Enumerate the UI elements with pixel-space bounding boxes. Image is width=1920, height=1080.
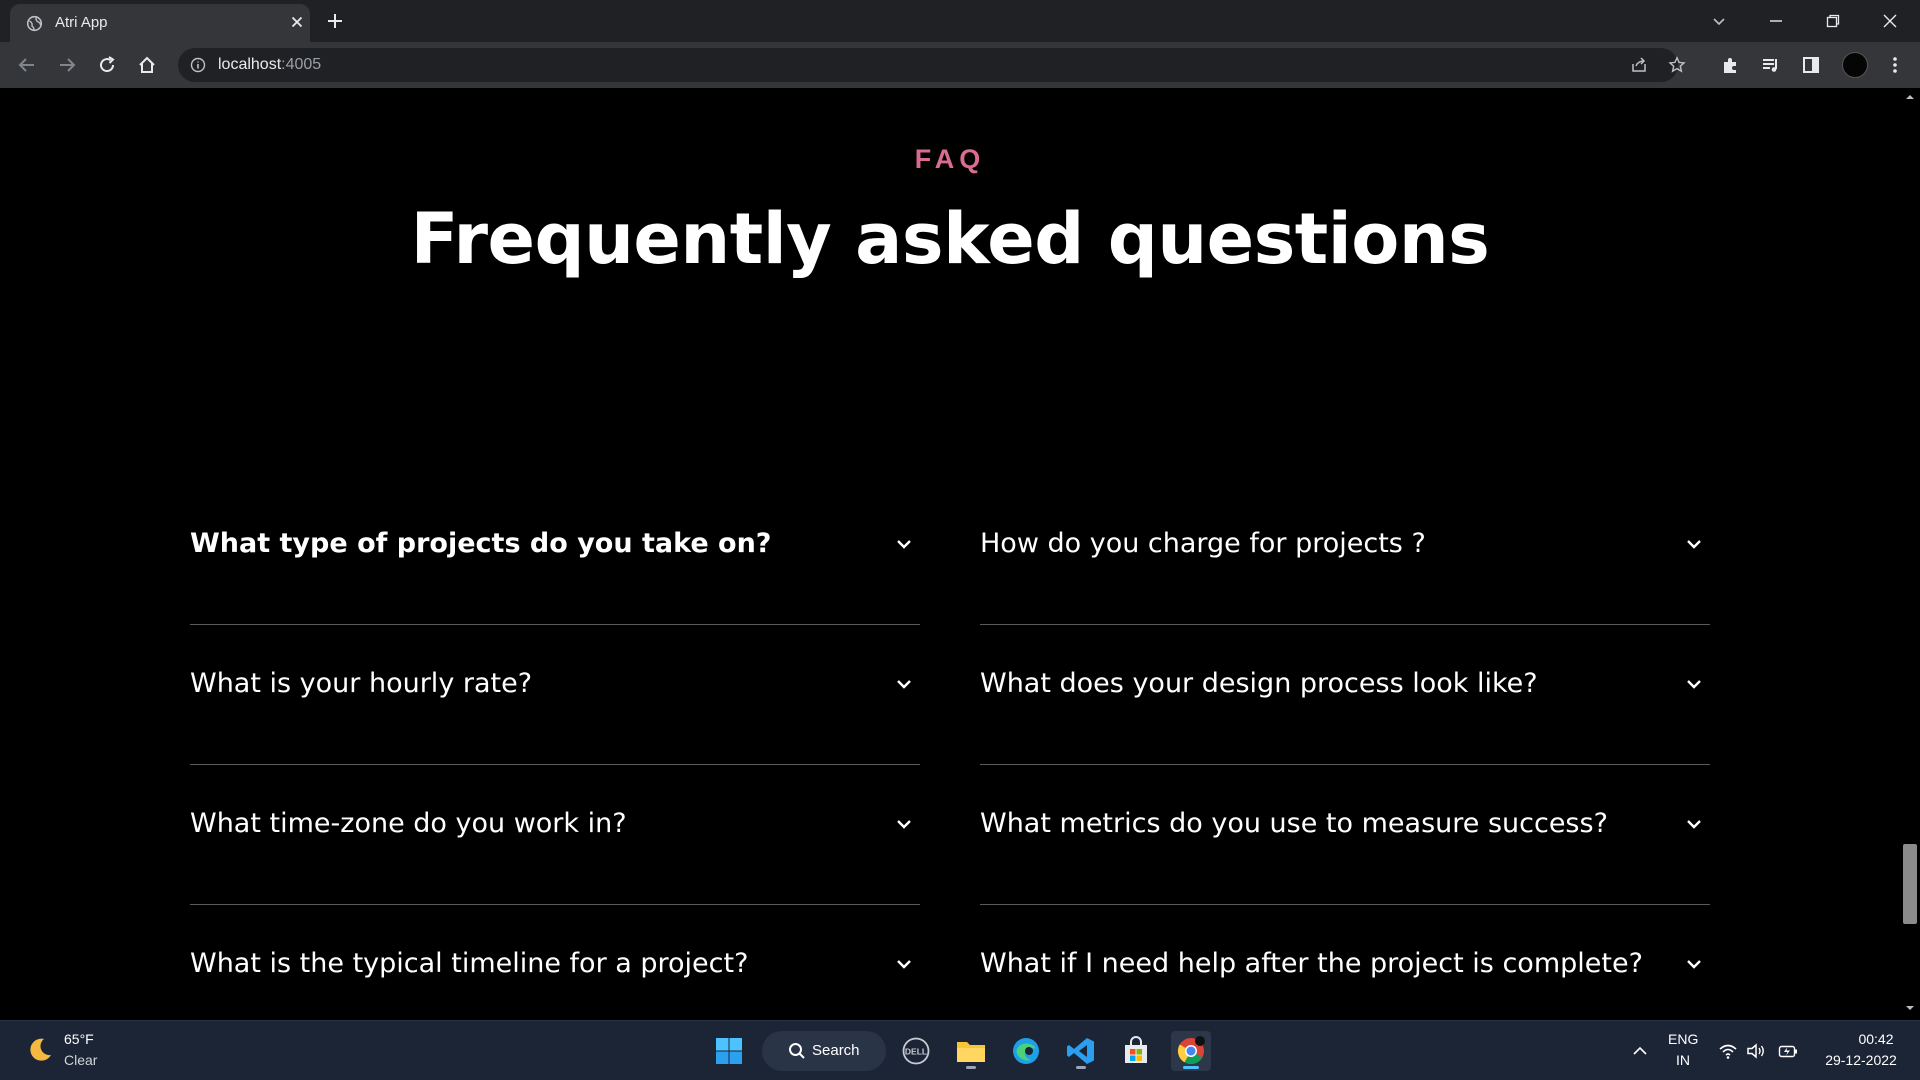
scrollbar-thumb[interactable] bbox=[1903, 844, 1917, 924]
browser-toolbar: localhost:4005 bbox=[0, 42, 1920, 88]
reload-icon[interactable] bbox=[96, 54, 118, 76]
dell-logo-text: DELL bbox=[905, 1047, 927, 1057]
profile-avatar[interactable] bbox=[1842, 52, 1868, 78]
faq-item[interactable]: What metrics do you use to measure succe… bbox=[980, 765, 1710, 905]
search-label: Search bbox=[812, 1042, 860, 1059]
faq-item[interactable]: How do you charge for projects ? bbox=[980, 485, 1710, 625]
restore-icon[interactable] bbox=[1820, 8, 1846, 34]
scroll-down-arrow-icon[interactable] bbox=[1905, 1003, 1915, 1013]
moon-weather-icon[interactable] bbox=[24, 1035, 54, 1065]
tab-title: Atri App bbox=[55, 14, 108, 31]
tab-search-chevron-icon[interactable] bbox=[1706, 8, 1732, 34]
page-content: FAQ Frequently asked questions What type… bbox=[0, 88, 1900, 1020]
windows-start-icon[interactable] bbox=[709, 1031, 749, 1071]
edge-browser-icon[interactable] bbox=[1006, 1031, 1046, 1071]
chevron-down-icon[interactable] bbox=[892, 532, 916, 556]
address-bar[interactable]: localhost:4005 bbox=[178, 48, 1686, 82]
battery-charging-icon[interactable] bbox=[1778, 1041, 1798, 1061]
info-icon[interactable] bbox=[190, 57, 206, 73]
close-window-icon[interactable] bbox=[1877, 8, 1903, 34]
chrome-browser-icon[interactable] bbox=[1171, 1031, 1211, 1071]
new-tab-plus-icon[interactable] bbox=[325, 11, 345, 31]
faq-question: What type of projects do you take on? bbox=[190, 528, 772, 559]
chevron-down-icon[interactable] bbox=[1682, 952, 1706, 976]
weather-temperature: 65°F bbox=[64, 1031, 94, 1047]
url-text: localhost:4005 bbox=[218, 56, 322, 73]
minimize-icon[interactable] bbox=[1763, 8, 1789, 34]
faq-question: What if I need help after the project is… bbox=[980, 948, 1643, 979]
extensions-puzzle-icon[interactable] bbox=[1720, 54, 1742, 76]
side-panel-icon[interactable] bbox=[1800, 54, 1822, 76]
browser-tab-bar: Atri App bbox=[0, 0, 1920, 42]
faq-item[interactable]: What is your hourly rate? bbox=[190, 625, 920, 765]
page-scrollbar[interactable] bbox=[1900, 88, 1920, 1020]
home-icon[interactable] bbox=[136, 54, 158, 76]
forward-arrow-icon[interactable] bbox=[56, 54, 78, 76]
back-arrow-icon[interactable] bbox=[16, 54, 38, 76]
language-code[interactable]: ENG bbox=[1668, 1031, 1698, 1047]
microsoft-store-icon[interactable] bbox=[1116, 1031, 1156, 1071]
faq-question: What does your design process look like? bbox=[980, 668, 1538, 699]
chevron-down-icon[interactable] bbox=[892, 812, 916, 836]
scroll-up-arrow-icon[interactable] bbox=[1905, 92, 1915, 102]
vscode-icon[interactable] bbox=[1061, 1031, 1101, 1071]
search-icon bbox=[789, 1043, 805, 1059]
wifi-icon[interactable] bbox=[1718, 1041, 1738, 1061]
globe-icon bbox=[26, 15, 43, 32]
dell-app-icon[interactable]: DELL bbox=[896, 1031, 936, 1071]
faq-question: What is the typical timeline for a proje… bbox=[190, 948, 749, 979]
chevron-up-icon[interactable] bbox=[1630, 1041, 1650, 1061]
chevron-down-icon[interactable] bbox=[1682, 532, 1706, 556]
bookmark-star-icon[interactable] bbox=[1668, 56, 1686, 74]
windows-taskbar: 65°F Clear Search DELL ENG IN 00:42 29-1… bbox=[0, 1020, 1920, 1080]
chevron-down-icon[interactable] bbox=[892, 672, 916, 696]
faq-question: What time-zone do you work in? bbox=[190, 808, 627, 839]
language-region[interactable]: IN bbox=[1668, 1052, 1698, 1068]
faq-item[interactable]: What does your design process look like? bbox=[980, 625, 1710, 765]
browser-tab[interactable]: Atri App bbox=[10, 4, 310, 42]
kebab-menu-icon[interactable] bbox=[1884, 54, 1906, 76]
chevron-down-icon[interactable] bbox=[1682, 672, 1706, 696]
clock-date[interactable]: 29-12-2022 bbox=[1816, 1052, 1906, 1068]
section-eyebrow: FAQ bbox=[0, 144, 1900, 175]
volume-icon[interactable] bbox=[1746, 1041, 1766, 1061]
share-icon[interactable] bbox=[1630, 56, 1648, 74]
media-playlist-icon[interactable] bbox=[1760, 54, 1782, 76]
faq-question: What metrics do you use to measure succe… bbox=[980, 808, 1608, 839]
chevron-down-icon[interactable] bbox=[1682, 812, 1706, 836]
taskbar-search-button[interactable]: Search bbox=[762, 1031, 886, 1071]
faq-item[interactable]: What is the typical timeline for a proje… bbox=[190, 905, 920, 1020]
faq-question: What is your hourly rate? bbox=[190, 668, 533, 699]
faq-item[interactable]: What type of projects do you take on? bbox=[190, 485, 920, 625]
page-title: Frequently asked questions bbox=[410, 198, 1490, 280]
faq-item[interactable]: What time-zone do you work in? bbox=[190, 765, 920, 905]
chevron-down-icon[interactable] bbox=[892, 952, 916, 976]
file-explorer-icon[interactable] bbox=[951, 1031, 991, 1071]
clock-time[interactable]: 00:42 bbox=[1846, 1031, 1906, 1047]
faq-question: How do you charge for projects ? bbox=[980, 528, 1426, 559]
faq-item[interactable]: What if I need help after the project is… bbox=[980, 905, 1710, 1020]
weather-condition: Clear bbox=[64, 1052, 98, 1068]
close-icon[interactable] bbox=[288, 13, 306, 31]
